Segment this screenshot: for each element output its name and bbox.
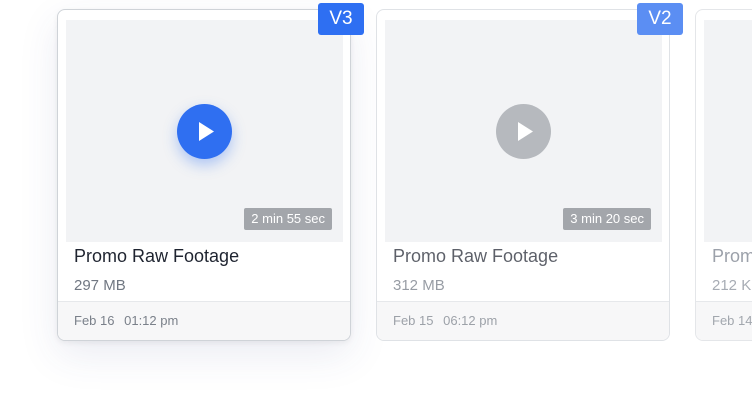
- play-icon: [518, 122, 533, 141]
- video-title: Promo Raw Footage: [74, 246, 240, 266]
- play-button[interactable]: [496, 104, 551, 159]
- play-icon: [199, 122, 214, 141]
- version-card-v3[interactable]: 2 min 55 sec Promo Raw Footage 297 MB Fe…: [57, 9, 351, 341]
- version-badge-v3: V3: [318, 3, 364, 35]
- version-card-v2[interactable]: 3 min 20 sec Promo Raw Footage 312 MB Fe…: [376, 9, 670, 341]
- upload-time: 01:12 pm: [124, 313, 179, 328]
- file-size: 312 MB: [393, 277, 445, 294]
- card-footer: Feb 16 01:12 pm: [58, 301, 350, 340]
- card-footer: Feb 15 06:12 pm: [377, 301, 669, 340]
- video-thumbnail[interactable]: [704, 20, 752, 242]
- upload-time: 06:12 pm: [443, 313, 498, 328]
- version-card-partial[interactable]: Prom 212 KB Feb 14: [695, 9, 752, 341]
- upload-date: Feb 15: [393, 313, 434, 328]
- file-size: 297 MB: [74, 277, 126, 294]
- file-size: 212 KB: [712, 277, 752, 294]
- video-thumbnail[interactable]: 3 min 20 sec: [385, 20, 662, 242]
- video-title: Prom: [712, 246, 752, 266]
- video-thumbnail[interactable]: 2 min 55 sec: [66, 20, 343, 242]
- duration-badge: 3 min 20 sec: [563, 208, 651, 230]
- card-footer: Feb 14: [696, 301, 752, 340]
- duration-badge: 2 min 55 sec: [244, 208, 332, 230]
- upload-date: Feb 14: [712, 313, 752, 328]
- video-title: Promo Raw Footage: [393, 246, 559, 266]
- play-button[interactable]: [177, 104, 232, 159]
- version-badge-v2: V2: [637, 3, 683, 35]
- upload-date: Feb 16: [74, 313, 115, 328]
